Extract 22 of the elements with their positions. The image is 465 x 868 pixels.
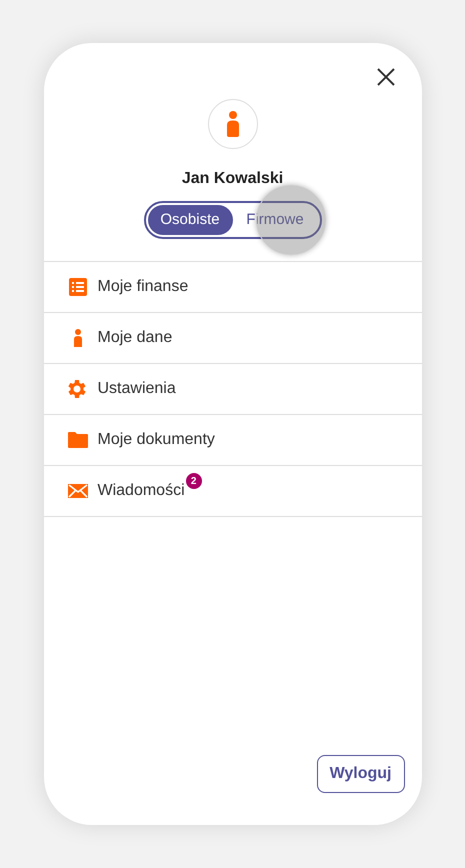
menu-item[interactable]: Wiadomości 2 xyxy=(44,466,422,517)
menu-label: Wiadomości xyxy=(98,481,185,501)
menu-item[interactable]: Moje dokumenty xyxy=(44,415,422,466)
menu-label: Moje dane xyxy=(98,328,172,348)
person-icon xyxy=(226,111,240,137)
person-icon xyxy=(72,329,82,347)
menu-item[interactable]: Ustawienia xyxy=(44,364,422,415)
count-badge: 2 xyxy=(186,473,202,489)
menu-item[interactable]: Moje finanse xyxy=(44,262,422,313)
logout-button[interactable]: Wyloguj xyxy=(316,755,404,793)
settings-icon xyxy=(68,379,88,399)
envelope-icon xyxy=(68,484,88,498)
toggle-option[interactable]: Firmowe xyxy=(232,205,318,235)
close-icon xyxy=(376,68,394,86)
user-name: Jan Kowalski xyxy=(182,169,284,189)
list-icon xyxy=(68,278,86,296)
menu-label: Moje finanse xyxy=(98,277,188,297)
menu-label: Moje dokumenty xyxy=(98,430,215,450)
menu-label: Ustawienia xyxy=(98,379,176,399)
toggle-option[interactable]: Osobiste xyxy=(148,205,232,235)
folder-icon xyxy=(68,432,88,448)
menu-item[interactable]: Moje dane xyxy=(44,313,422,364)
